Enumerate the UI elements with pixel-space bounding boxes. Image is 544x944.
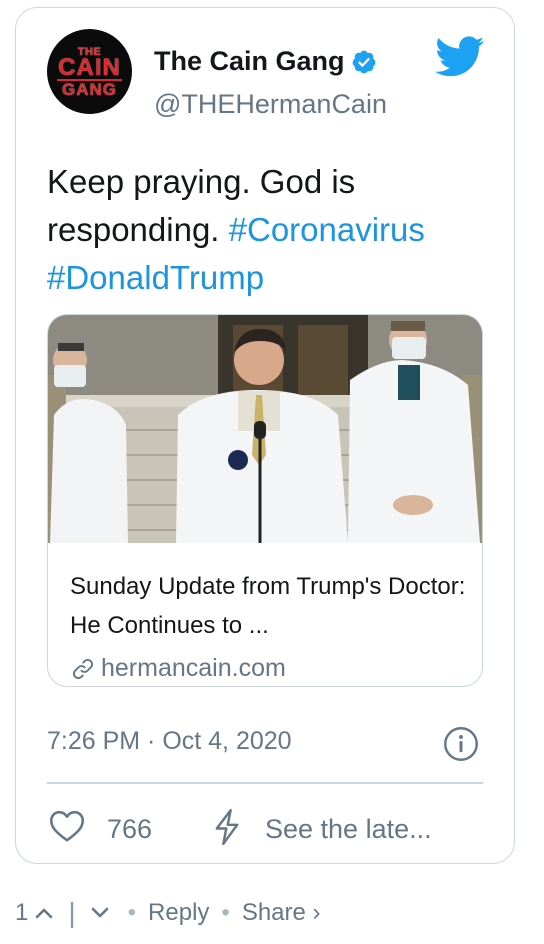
tweet-card[interactable]: THE CAIN GANG The Cain Gang @THEHermanCa…	[15, 7, 515, 864]
author-handle[interactable]: @THEHermanCain	[154, 89, 387, 120]
link-icon	[72, 658, 94, 679]
link-domain-text: hermancain.com	[101, 654, 286, 682]
link-preview-domain-row[interactable]: hermancain.com	[70, 654, 286, 683]
footer-dot: •	[221, 899, 230, 926]
embed-footer: 1 | • Reply • Share ›	[15, 897, 321, 929]
heart-icon[interactable]	[49, 809, 85, 843]
like-count[interactable]: 766	[107, 814, 152, 845]
share-link[interactable]: Share ›	[242, 899, 321, 927]
chevron-up-icon[interactable]	[34, 906, 54, 920]
bolt-icon[interactable]	[212, 808, 242, 846]
see-latest-link[interactable]: See the late...	[265, 814, 432, 845]
tweet-timestamp[interactable]: 7:26 PM · Oct 4, 2020	[47, 727, 292, 756]
hashtag-coronavirus[interactable]: #Coronavirus	[229, 211, 425, 248]
vote-count: 1	[15, 899, 29, 926]
avatar[interactable]: THE CAIN GANG	[47, 29, 132, 114]
info-icon[interactable]	[443, 726, 479, 762]
vote-separator: |	[68, 897, 76, 928]
verified-badge-icon	[352, 50, 375, 73]
twitter-bird-icon[interactable]	[435, 36, 485, 78]
hashtag-donaldtrump[interactable]: #DonaldTrump	[47, 259, 264, 296]
footer-dot: •	[127, 899, 137, 926]
divider	[47, 782, 483, 784]
display-name[interactable]: The Cain Gang	[154, 46, 345, 77]
author-name-row[interactable]: The Cain Gang	[154, 46, 377, 77]
reply-link[interactable]: Reply	[148, 899, 209, 927]
avatar-logo-line3: GANG	[62, 80, 117, 99]
link-preview-card[interactable]: Sunday Update from Trump's Doctor: He Co…	[47, 314, 483, 687]
chevron-down-icon[interactable]	[90, 906, 110, 920]
tweet-text: Keep praying. God is responding. #Corona…	[47, 158, 497, 302]
avatar-logo-line2: CAIN	[58, 54, 121, 81]
link-preview-title[interactable]: Sunday Update from Trump's Doctor: He Co…	[70, 567, 470, 645]
link-preview-image	[48, 315, 482, 543]
